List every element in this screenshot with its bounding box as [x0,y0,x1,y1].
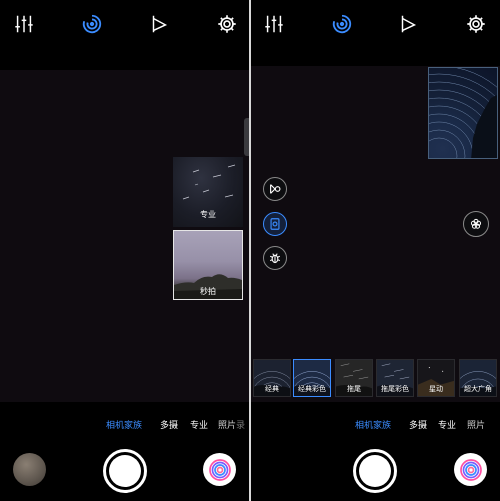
sliders-icon[interactable] [12,12,36,36]
mode-camera-family[interactable]: 相机家族 [106,418,142,431]
mode-camera-family[interactable]: 相机家族 [355,418,391,431]
mode-pro[interactable]: 专业 [190,418,208,431]
mode-selector: 相机家族 多摄 专业 照片 录 [0,418,249,434]
mode-thumbnail-label: 专业 [200,210,216,219]
preview-thumbnail[interactable] [428,67,498,159]
top-toolbar [0,0,249,52]
filter-label: 经典彩色 [298,385,326,393]
filter-star-motion[interactable]: 星动 [417,359,455,397]
filter-label: 超大广角 [464,385,492,393]
sliders-icon[interactable] [262,12,286,36]
bug-icon[interactable] [263,246,287,270]
mode-thumbnail-quick-shot[interactable]: 秒拍 [173,230,243,300]
camera-family-icon[interactable] [203,453,236,486]
mode-photo[interactable]: 照片 [467,418,485,431]
filter-label: 经典 [265,385,279,393]
portrait-frame-icon[interactable] [263,212,287,236]
shutter-inner [359,455,391,487]
left-screen: 专业 秒拍 相机家族 多摄 专业 照片 录 [0,0,249,501]
mode-selector: 相机家族 多摄 专业 照片 [251,418,500,434]
filter-trail[interactable]: 拖尾 [335,359,373,397]
shutter-button[interactable] [103,449,147,493]
filter-classic-color[interactable]: 经典彩色 [293,359,331,397]
top-toolbar [251,0,500,52]
filter-ultra-wide[interactable]: 超大广角 [459,359,497,397]
flag-play-icon[interactable] [147,12,171,36]
camera-family-icon[interactable] [454,453,487,486]
flag-play-icon[interactable] [396,12,420,36]
filter-label: 拖尾彩色 [381,385,409,393]
mode-pro[interactable]: 专业 [438,418,456,431]
filter-label: 星动 [429,385,443,393]
mode-thumbnail-label: 秒拍 [200,287,216,296]
filter-classic[interactable]: 经典 [253,359,291,397]
flower-icon[interactable] [463,211,489,237]
swirl-mode-icon[interactable] [80,12,104,36]
settings-gear-icon[interactable] [215,12,239,36]
mode-video[interactable]: 录 [236,418,245,431]
right-screen: 经典 经典彩色 拖尾 拖尾彩色 星动 超大广角 相机家族 多摄 专业 照片 [251,0,500,501]
settings-gear-icon[interactable] [464,12,488,36]
gallery-thumbnail[interactable] [13,453,46,486]
shutter-button[interactable] [353,449,397,493]
mode-thumbnail-pro[interactable]: 专业 [173,157,243,227]
star-trail-image [429,68,497,158]
record-icon[interactable] [263,177,287,201]
mode-multi-camera[interactable]: 多摄 [160,418,178,431]
swirl-mode-icon[interactable] [330,12,354,36]
mode-multi-camera[interactable]: 多摄 [409,418,427,431]
filter-label: 拖尾 [347,385,361,393]
filter-trail-color[interactable]: 拖尾彩色 [376,359,414,397]
shutter-inner [109,455,141,487]
mode-photo[interactable]: 照片 [218,418,236,431]
